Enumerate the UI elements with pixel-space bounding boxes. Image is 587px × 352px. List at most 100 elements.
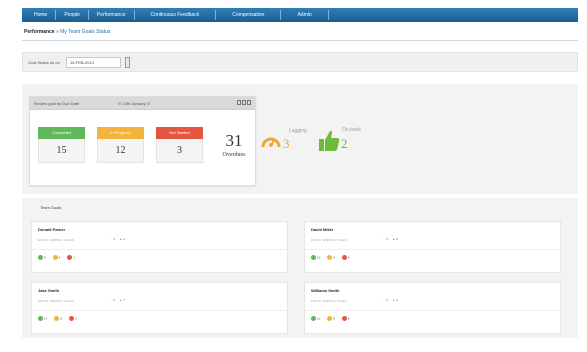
team-member-card[interactable]: David Miller EMP ID: EMP002 | SALES ◠ 0 ▲… xyxy=(304,221,561,273)
nav-tab-home[interactable]: Home xyxy=(26,10,57,20)
completed-count: 12 xyxy=(311,255,320,260)
green-dot-icon xyxy=(38,316,43,321)
in-progress-count: 8 xyxy=(327,255,335,260)
divider xyxy=(305,249,560,250)
green-dot-icon xyxy=(311,255,316,260)
team-member-card[interactable]: Donald Parker EMP ID: EMP002 | SALES ◠ 2 … xyxy=(31,221,288,273)
status-label: In Progress xyxy=(97,127,144,139)
team-member-card[interactable]: Williams Smith EMP ID: EMP002 | SALES ◠ 0… xyxy=(304,282,561,334)
member-status-counts: 11 8 6 xyxy=(311,316,349,321)
member-name[interactable]: Williams Smith xyxy=(311,288,339,293)
count-value: 11 xyxy=(317,316,321,321)
goal-status-label: Goal Status as on xyxy=(28,60,60,65)
review-card-header: Review goal by Due Date ⊙ 10th January ⊙ xyxy=(30,97,255,110)
print-icon[interactable] xyxy=(242,100,246,105)
member-name[interactable]: Donald Parker xyxy=(38,227,65,232)
member-emp-id: EMP ID: EMP002 | SALES xyxy=(311,299,347,303)
count-value: 3 xyxy=(75,316,77,321)
red-dot-icon xyxy=(341,316,347,321)
overdue-label: Overdues xyxy=(222,152,246,158)
not-started-count: 6 xyxy=(342,255,350,260)
review-card-title: Review goal by Due Date xyxy=(34,101,80,106)
green-dot-icon xyxy=(311,316,316,321)
in-progress-count: 8 xyxy=(54,316,62,321)
status-count: 3 xyxy=(156,139,203,163)
divider xyxy=(22,40,578,41)
member-indicators: ◠ 0 ▲ 4 xyxy=(383,298,398,302)
status-label: Completed xyxy=(38,127,85,139)
count-value: 8 xyxy=(60,316,63,321)
overdue-count: 31 xyxy=(225,131,243,150)
on-track-count: 2 xyxy=(341,136,348,151)
status-in-progress[interactable]: In Progress 12 xyxy=(97,127,144,163)
export-icon[interactable] xyxy=(237,100,241,105)
nav-tab-performance[interactable]: Performance xyxy=(89,10,135,20)
review-card: Review goal by Due Date ⊙ 10th January ⊙… xyxy=(29,96,256,186)
yellow-dot-icon xyxy=(54,316,60,321)
speedometer-icon: ◠ xyxy=(383,237,386,241)
calendar-icon[interactable] xyxy=(125,57,130,68)
member-lagging-count: 4 xyxy=(113,298,116,302)
member-lagging-count: 0 xyxy=(386,237,389,241)
thumbs-up-icon: ▲ xyxy=(119,237,123,241)
nav-tab-admin[interactable]: Admin xyxy=(281,10,329,20)
not-started-count: 1 xyxy=(67,255,75,260)
review-date-selector[interactable]: ⊙ 10th January ⊙ xyxy=(118,101,150,106)
count-value: 8 xyxy=(333,316,335,321)
breadcrumb-performance[interactable]: Performance xyxy=(24,29,55,35)
yellow-dot-icon xyxy=(327,316,333,321)
status-label: Not Started xyxy=(156,127,203,139)
yellow-dot-icon xyxy=(52,255,58,260)
member-indicators: ◠ 4 ▲ 7 xyxy=(110,298,125,302)
settings-icon[interactable] xyxy=(247,100,251,105)
status-not-started[interactable]: Not Started 3 xyxy=(156,127,203,163)
completed-count: 17 xyxy=(38,316,47,321)
green-dot-icon xyxy=(38,255,43,260)
lagging-count: 3 xyxy=(283,136,290,151)
divider xyxy=(32,310,287,311)
member-indicators: ◠ 2 ▲ 3 xyxy=(110,237,125,241)
member-ontrack-count: 3 xyxy=(123,237,125,241)
nav-tab-compensation[interactable]: Compensation xyxy=(216,10,282,20)
lagging-label: Lagging xyxy=(289,128,307,134)
in-progress-count: 4 xyxy=(52,255,61,260)
on-track-indicator[interactable]: On track 2 xyxy=(318,127,368,159)
not-started-count: 6 xyxy=(341,316,349,321)
red-dot-icon xyxy=(67,255,73,260)
count-value: 8 xyxy=(44,255,46,260)
count-value: 4 xyxy=(58,255,61,260)
team-goals-title: Team Goals xyxy=(40,205,62,210)
member-name[interactable]: Jake Smith xyxy=(38,288,59,293)
count-value: 6 xyxy=(348,255,350,260)
card-actions xyxy=(237,100,251,105)
member-name[interactable]: David Miller xyxy=(311,227,333,232)
not-started-count: 3 xyxy=(69,316,77,321)
team-goals-panel: Team Goals Donald Parker EMP ID: EMP002 … xyxy=(22,198,578,338)
count-value: 1 xyxy=(73,255,76,260)
nav-tab-people[interactable]: People xyxy=(56,10,89,20)
member-status-counts: 8 4 1 xyxy=(38,255,75,260)
status-count: 12 xyxy=(97,139,144,163)
team-member-card[interactable]: Jake Smith EMP ID: EMP002 | SALES ◠ 4 ▲ 7 … xyxy=(31,282,288,334)
filter-bar: Goal Status as on 16-FEB-2014 xyxy=(22,52,578,72)
in-progress-count: 8 xyxy=(327,316,335,321)
member-emp-id: EMP ID: EMP002 | SALES xyxy=(38,299,74,303)
goal-status-date-input[interactable]: 16-FEB-2014 xyxy=(66,57,121,68)
speedometer-icon: ◠ xyxy=(110,237,113,241)
count-value: 17 xyxy=(44,316,48,321)
overdue-summary[interactable]: 31 Overdues xyxy=(216,131,252,159)
thumbs-up-icon: ▲ xyxy=(392,298,396,302)
thumbs-up-icon xyxy=(319,130,340,151)
speedometer-icon: ◠ xyxy=(383,298,386,302)
member-lagging-count: 2 xyxy=(113,237,116,241)
lagging-indicator[interactable]: Lagging 3 xyxy=(260,128,307,158)
completed-count: 11 xyxy=(311,316,320,321)
status-completed[interactable]: Completed 15 xyxy=(38,127,85,163)
breadcrumb: Performance » My Team Goals Status xyxy=(24,29,110,35)
divider xyxy=(305,310,560,311)
nav-tab-continuous-feedback[interactable]: Continuous Feedback xyxy=(135,10,217,20)
member-emp-id: EMP ID: EMP002 | SALES xyxy=(38,238,74,242)
member-status-counts: 12 8 6 xyxy=(311,255,350,260)
member-ontrack-count: 7 xyxy=(123,298,125,302)
member-ontrack-count: 6 xyxy=(396,237,398,241)
